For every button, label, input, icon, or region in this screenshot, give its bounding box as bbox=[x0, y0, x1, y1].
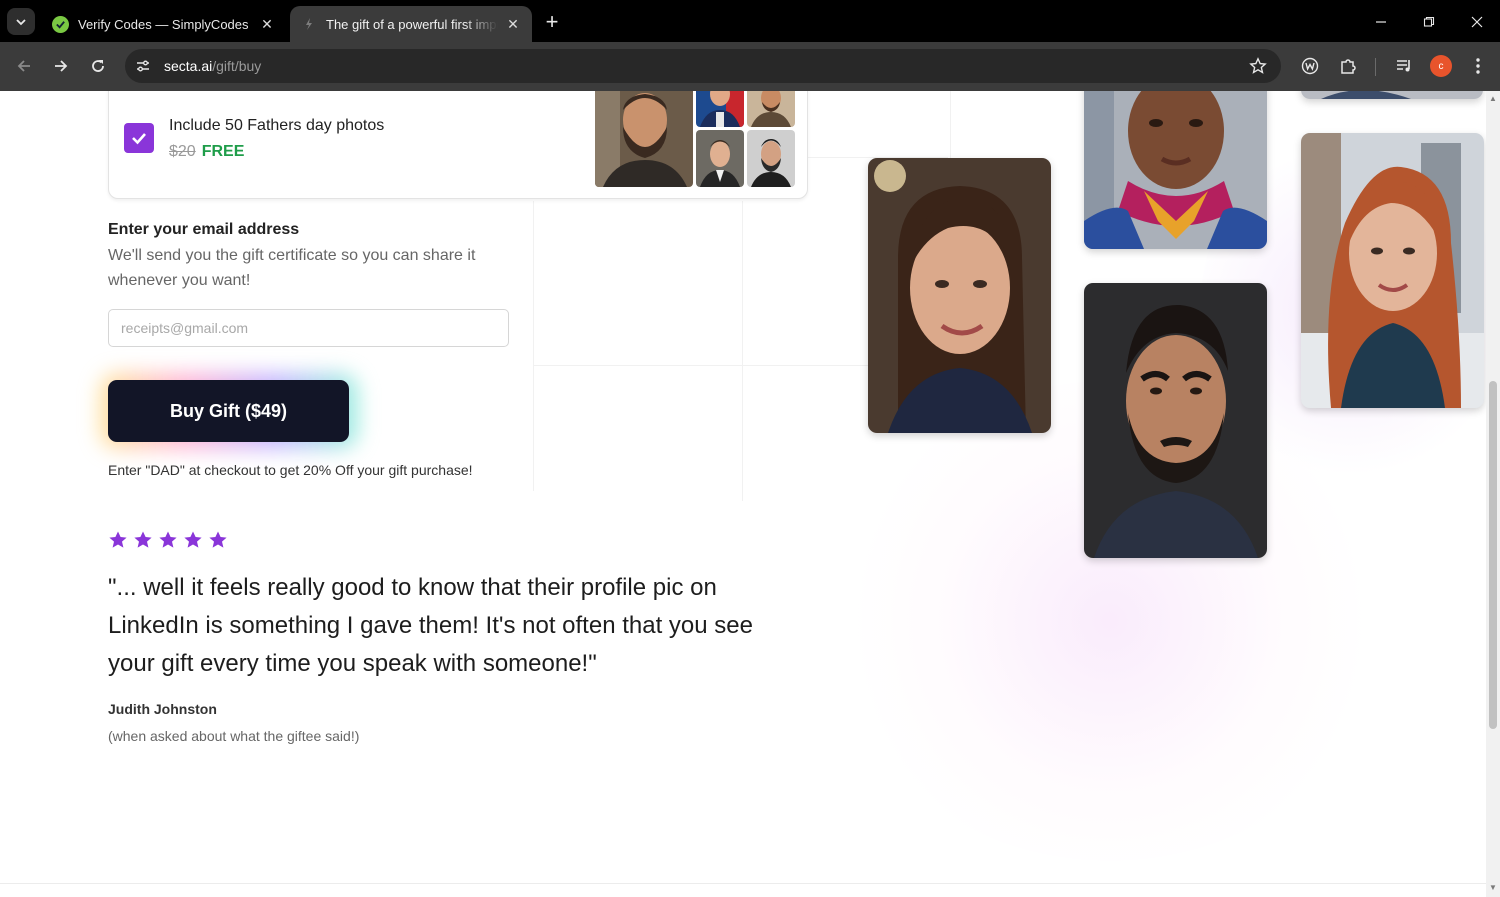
close-icon[interactable]: ✕ bbox=[258, 15, 276, 33]
rating-star-icon bbox=[134, 531, 152, 548]
tab-secta-gift[interactable]: The gift of a powerful first impression … bbox=[290, 6, 532, 42]
portrait-photo bbox=[868, 158, 1051, 433]
extension-w-icon[interactable] bbox=[1298, 54, 1322, 78]
page-viewport: Include 50 Fathers day photos $20 FREE E… bbox=[0, 91, 1500, 897]
check-icon bbox=[132, 133, 146, 145]
puzzle-icon[interactable] bbox=[1336, 54, 1360, 78]
secta-favicon bbox=[300, 16, 317, 33]
rating-star-icon bbox=[184, 531, 202, 548]
browser-toolbar: secta.ai/gift/buy c bbox=[0, 42, 1500, 91]
media-icon[interactable] bbox=[1392, 54, 1416, 78]
dad-photo-thumbnail bbox=[696, 130, 744, 187]
close-icon[interactable]: ✕ bbox=[504, 15, 522, 33]
email-field[interactable] bbox=[108, 309, 509, 347]
forward-icon[interactable] bbox=[47, 52, 75, 80]
page-divider bbox=[0, 883, 1486, 884]
portrait-photo bbox=[1084, 91, 1267, 249]
testimonial-quote: "... well it feels really good to know t… bbox=[108, 574, 753, 677]
dad-photo-thumbnail bbox=[747, 130, 795, 187]
toolbar-separator bbox=[1375, 58, 1376, 76]
scroll-down-icon[interactable]: ▼ bbox=[1489, 884, 1497, 892]
close-window-icon[interactable] bbox=[1454, 8, 1500, 36]
back-icon[interactable] bbox=[10, 52, 38, 80]
fathers-day-addon-card[interactable]: Include 50 Fathers day photos $20 FREE bbox=[108, 91, 808, 199]
restore-icon[interactable] bbox=[1406, 8, 1452, 36]
site-info-icon[interactable] bbox=[135, 58, 151, 74]
dad-photo-thumbnail bbox=[747, 91, 795, 127]
scroll-up-icon[interactable]: ▲ bbox=[1489, 95, 1497, 103]
addon-title: Include 50 Fathers day photos bbox=[169, 117, 385, 134]
address-bar[interactable]: secta.ai/gift/buy bbox=[125, 49, 1281, 83]
minimize-icon[interactable] bbox=[1358, 8, 1404, 36]
background-grid-line bbox=[950, 91, 951, 161]
tab-title: The gift of a powerful first impression bbox=[326, 16, 498, 32]
rating-star-icon bbox=[159, 531, 177, 548]
buy-gift-button[interactable]: Buy Gift ($49) bbox=[108, 380, 349, 442]
addon-price: $20 FREE bbox=[169, 143, 244, 161]
url-host: secta.ai bbox=[164, 58, 213, 74]
email-help-text: We'll send you the gift certificate so y… bbox=[108, 247, 476, 289]
url-path: /gift/buy bbox=[212, 58, 262, 74]
background-grid-line bbox=[742, 201, 743, 501]
chevron-down-icon bbox=[16, 18, 26, 25]
portrait-photo bbox=[1301, 133, 1484, 408]
page-scrollbar[interactable]: ▲ ▼ bbox=[1486, 91, 1500, 897]
url-text: secta.ai/gift/buy bbox=[164, 58, 261, 74]
plus-icon[interactable]: + bbox=[540, 9, 564, 34]
testimonial-note: (when asked about what the giftee said!) bbox=[108, 728, 360, 744]
addon-checkbox[interactable] bbox=[124, 123, 154, 153]
dad-photo-thumbnail bbox=[595, 91, 693, 187]
reload-icon[interactable] bbox=[84, 52, 112, 80]
profile-avatar[interactable]: c bbox=[1430, 55, 1452, 77]
addon-old-price: $20 bbox=[169, 143, 196, 160]
testimonial-author: Judith Johnston bbox=[108, 701, 217, 717]
background-grid-line bbox=[533, 201, 534, 491]
scrollbar-thumb[interactable] bbox=[1489, 381, 1497, 729]
email-label: Enter your email address bbox=[108, 221, 300, 238]
addon-new-price: FREE bbox=[201, 143, 245, 160]
dad-photo-thumbnail bbox=[696, 91, 744, 127]
simplycodes-favicon bbox=[52, 15, 69, 33]
menu-icon[interactable] bbox=[1466, 54, 1490, 78]
rating-star-icon bbox=[209, 531, 227, 548]
star-bookmark-icon[interactable] bbox=[1249, 57, 1267, 75]
portrait-photo bbox=[1301, 91, 1483, 99]
tab-search-button[interactable] bbox=[7, 8, 35, 35]
tab-simplycodes[interactable]: Verify Codes — SimplyCodes ✕ bbox=[42, 6, 286, 42]
portrait-photo bbox=[1084, 283, 1267, 558]
rating-stars bbox=[108, 530, 228, 550]
promo-text: Enter "DAD" at checkout to get 20% Off y… bbox=[108, 462, 473, 478]
rating-star-icon bbox=[109, 531, 127, 548]
browser-tab-bar: Verify Codes — SimplyCodes ✕ The gift of… bbox=[0, 0, 1500, 42]
tab-title: Verify Codes — SimplyCodes bbox=[78, 16, 249, 32]
